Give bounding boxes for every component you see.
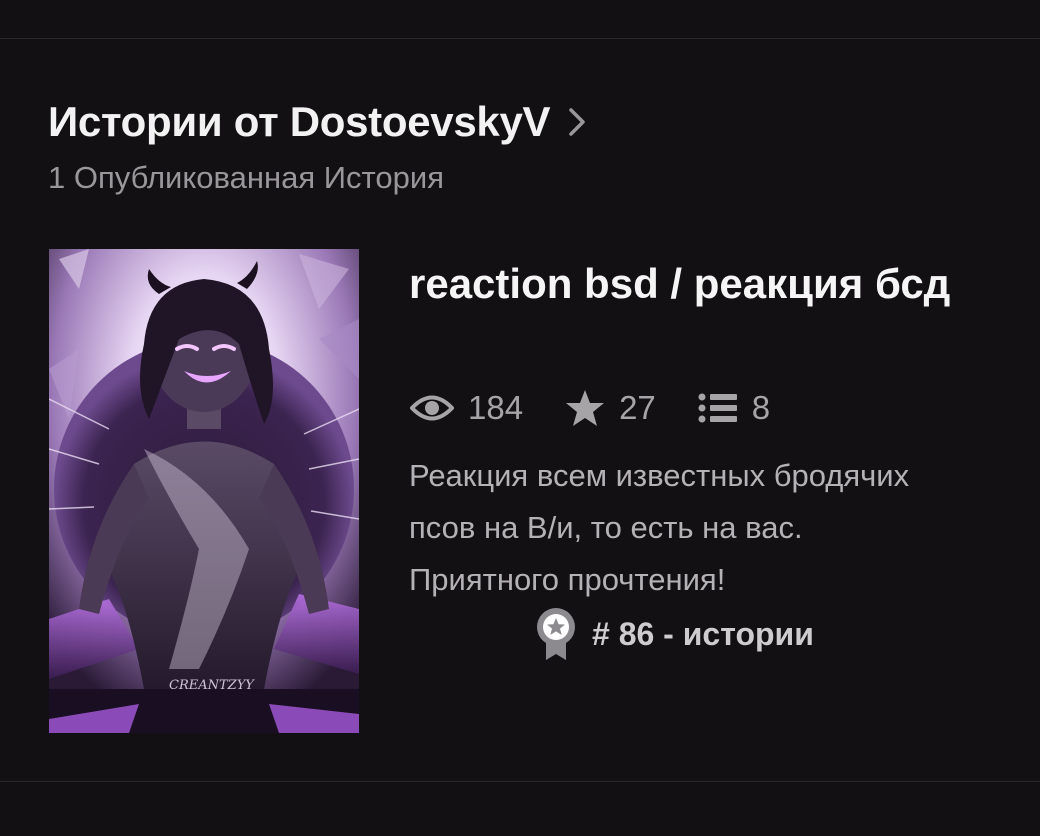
story-title[interactable]: reaction bsd / реакция бсд: [409, 258, 969, 310]
ribbon-badge-icon: [537, 608, 575, 660]
star-icon: [566, 390, 605, 426]
story-stats: 184 27 8: [410, 388, 812, 428]
story-cover[interactable]: CREANTZYY: [49, 249, 359, 733]
page: Истории от DostoevskyV 1 Опубликованная …: [0, 0, 1040, 836]
votes-stat: 27: [565, 388, 656, 428]
reads-stat: 184: [410, 388, 523, 428]
cover-signature: CREANTZYY: [169, 678, 255, 693]
reads-count: 184: [468, 389, 524, 426]
cover-illustration: CREANTZYY: [49, 249, 359, 733]
story-rank[interactable]: # 86 - истории: [534, 606, 814, 662]
list-icon: [698, 393, 737, 423]
published-count: 1 Опубликованная История: [48, 160, 444, 195]
stories-section-header[interactable]: Истории от DostoevskyV: [48, 98, 586, 146]
top-divider: [0, 38, 1040, 39]
parts-stat: 8: [698, 388, 770, 428]
rank-label: # 86 - истории: [592, 616, 814, 652]
section-title: Истории от DostoevskyV: [48, 98, 551, 145]
chevron-right-icon: [569, 108, 585, 136]
votes-count: 27: [619, 389, 656, 426]
eye-icon: [410, 395, 454, 421]
bottom-divider: [0, 781, 1040, 782]
story-description: Реакция всем известных бродячих псов на …: [409, 458, 910, 597]
parts-count: 8: [751, 389, 771, 426]
